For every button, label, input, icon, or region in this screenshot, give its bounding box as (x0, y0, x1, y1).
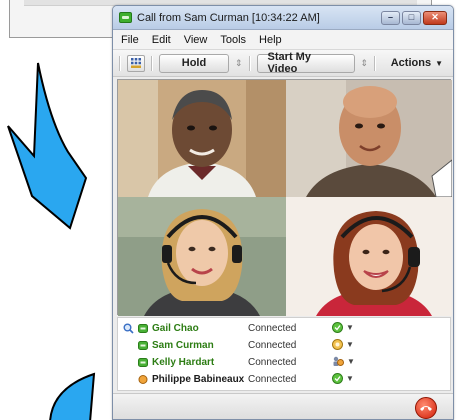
participant-name: Sam Curman (152, 340, 214, 351)
participant-video-image (118, 197, 286, 316)
participant-row[interactable]: Sam Curman Connected ▼ (118, 337, 450, 354)
participant-video-image (286, 80, 452, 197)
participant-video-image (118, 80, 286, 197)
call-footer (113, 393, 453, 419)
hold-button[interactable]: Hold (159, 53, 229, 73)
phone-icon (138, 341, 148, 350)
phone-app-icon (119, 12, 132, 23)
video-options-icon[interactable]: ⇕ (361, 58, 369, 69)
chevron-down-icon: ▼ (346, 323, 354, 332)
video-tile-2[interactable] (286, 80, 452, 197)
menu-help[interactable]: Help (259, 34, 282, 46)
chevron-down-icon: ▼ (346, 374, 354, 383)
participant-status: Connected (248, 357, 297, 368)
participant-name: Philippe Babineaux (152, 374, 245, 385)
chevron-down-icon: ▼ (435, 58, 443, 68)
participant-name: Gail Chao (152, 323, 199, 334)
phone-icon (138, 358, 148, 367)
menu-view[interactable]: View (184, 34, 208, 46)
participant-status: Connected (248, 374, 297, 385)
dialpad-button[interactable] (127, 54, 145, 72)
participant-actions[interactable]: ▼ (332, 322, 354, 333)
participant-actions[interactable]: ▼ (332, 339, 354, 350)
video-tile-3[interactable] (118, 197, 286, 316)
participant-actions[interactable]: ▼ (332, 356, 355, 367)
dialpad-icon (131, 58, 141, 68)
blue-arrow-upper (7, 62, 88, 230)
minimize-button[interactable]: – (381, 10, 400, 25)
call-window: Call from Sam Curman [10:34:22 AM] – □ ✕… (112, 5, 454, 420)
actions-menu[interactable]: Actions ▼ (391, 57, 447, 69)
maximize-icon: □ (408, 12, 415, 22)
user-icon (138, 375, 148, 384)
participant-status: Connected (248, 323, 297, 334)
participant-row[interactable]: Gail Chao Connected ▼ (118, 320, 450, 337)
video-tile-1[interactable] (118, 80, 286, 197)
menu-edit[interactable]: Edit (152, 34, 171, 46)
minimize-icon: – (387, 12, 393, 22)
hold-options-icon[interactable]: ⇕ (235, 58, 243, 69)
hang-up-button[interactable] (415, 397, 437, 419)
participant-row[interactable]: Kelly Hardart Connected ▼ (118, 354, 450, 371)
video-grid (117, 79, 452, 316)
chevron-down-icon: ▼ (346, 340, 354, 349)
start-video-button[interactable]: Start My Video (256, 51, 355, 75)
menu-bar: File Edit View Tools Help (113, 30, 453, 50)
toolbar-separator (151, 55, 153, 71)
toolbar: Hold ⇕ Start My Video ⇕ Actions ▼ (113, 50, 453, 77)
phone-icon (138, 324, 148, 333)
participant-list: Gail Chao Connected ▼ Sam Curman Connect… (117, 317, 451, 391)
chevron-down-icon: ▼ (347, 357, 355, 366)
close-icon: ✕ (431, 12, 439, 22)
participant-name: Kelly Hardart (152, 357, 215, 368)
magnify-icon (123, 323, 134, 334)
green-status-icon (332, 373, 343, 384)
maximize-button[interactable]: □ (402, 10, 421, 25)
menu-tools[interactable]: Tools (220, 34, 246, 46)
hang-up-icon (420, 406, 432, 411)
participant-video-image (286, 197, 452, 316)
toolbar-separator (119, 55, 121, 71)
amber-status-icon (332, 339, 343, 350)
menu-file[interactable]: File (121, 34, 139, 46)
participant-row[interactable]: Philippe Babineaux Connected ▼ (118, 371, 450, 388)
participant-actions[interactable]: ▼ (332, 373, 354, 384)
title-bar: Call from Sam Curman [10:34:22 AM] – □ ✕ (113, 6, 453, 30)
window-title: Call from Sam Curman [10:34:22 AM] (137, 11, 320, 24)
green-status-icon (332, 322, 343, 333)
close-button[interactable]: ✕ (423, 10, 447, 25)
blue-arrow-lower (49, 372, 96, 420)
video-tile-4[interactable] (286, 197, 452, 316)
participant-status: Connected (248, 340, 297, 351)
actions-label: Actions (390, 57, 432, 69)
conference-status-icon (333, 356, 344, 366)
toolbar-separator (374, 55, 377, 71)
toolbar-separator (248, 55, 251, 71)
